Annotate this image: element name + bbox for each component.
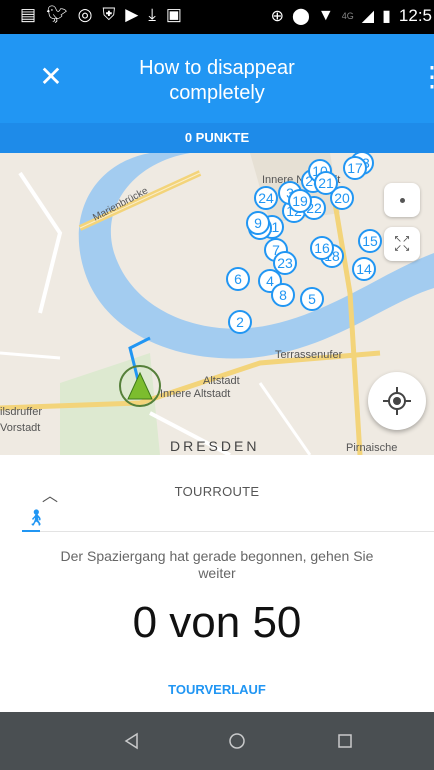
label-pirnaische: Pirnaische xyxy=(346,442,397,454)
tour-route-title: TOURROUTE xyxy=(174,484,260,499)
notification-icon-1: ▤ xyxy=(20,5,37,24)
walking-person-icon[interactable]: 🚶︎ xyxy=(26,508,46,528)
instagram-icon: ◎ xyxy=(77,5,93,24)
app-bar: ✕ How to disappear completely ⋮ xyxy=(0,34,434,123)
shield-icon: ⛨ xyxy=(102,5,116,24)
tour-marker-number: 23 xyxy=(277,255,293,271)
tour-marker-number: 15 xyxy=(362,233,378,249)
data-saver-icon: ⊕ xyxy=(270,8,285,25)
notification-icons: ▤ 🐦︎ ◎ ⛨ ▶ ⤓ ▣ xyxy=(20,5,182,25)
compass-dot-icon xyxy=(400,198,405,203)
label-altstadt: Altstadt xyxy=(203,375,240,387)
recents-icon[interactable] xyxy=(334,730,356,752)
tour-marker-number: 6 xyxy=(234,271,242,287)
back-icon[interactable] xyxy=(121,730,143,752)
tour-marker-number: 5 xyxy=(308,291,316,307)
home-icon[interactable] xyxy=(226,730,248,752)
divider xyxy=(40,531,434,532)
download-icon: ⤓ xyxy=(148,5,156,24)
tour-history-link[interactable]: TOURVERLAUF xyxy=(0,682,434,697)
label-terrassenufer: Terrassenufer xyxy=(275,349,343,361)
progress-counter: 0 von 50 xyxy=(132,598,302,647)
label-wilsdruffer: ilsdruffer xyxy=(0,406,42,418)
wifi-icon: ▼ xyxy=(317,7,334,24)
tour-marker-number: 14 xyxy=(356,261,372,277)
twitter-icon: 🐦︎ xyxy=(46,5,68,24)
points-bar: 0 PUNKTE xyxy=(0,123,434,153)
tour-marker-number: 4 xyxy=(266,273,274,289)
location-icon: ⬤ xyxy=(292,8,310,25)
tour-marker-number: 17 xyxy=(347,160,363,176)
tour-marker-number: 9 xyxy=(254,215,262,231)
image-icon: ▣ xyxy=(165,5,182,24)
close-icon[interactable]: ✕ xyxy=(36,62,66,92)
my-location-button[interactable] xyxy=(368,372,426,430)
signal-icon: ◢ xyxy=(361,8,375,25)
tour-marker-number: 16 xyxy=(314,240,330,256)
tour-title: How to disappear completely xyxy=(139,57,295,104)
tour-route-header[interactable]: ︿ TOURROUTE xyxy=(0,470,434,510)
label-innere-altstadt: Innere Altstadt xyxy=(160,388,230,400)
label-vorstadt: Vorstadt xyxy=(0,422,40,434)
tour-marker-number: 2 xyxy=(236,314,244,330)
clock: 12:5 xyxy=(398,6,432,25)
tour-marker-number: 21 xyxy=(318,175,334,191)
expand-icon: ↖↗ ↙↘ xyxy=(393,234,411,254)
tour-marker-number: 19 xyxy=(292,193,308,209)
label-dresden: DRESDEN xyxy=(170,438,259,454)
fullscreen-button[interactable]: ↖↗ ↙↘ xyxy=(384,227,420,261)
more-vert-icon[interactable]: ⋮ xyxy=(418,62,434,92)
my-location-icon xyxy=(383,387,411,415)
system-icons: ⊕ ⬤ ▼ 4G ◢ ▮ 12:5 xyxy=(271,6,432,26)
compass-button[interactable] xyxy=(384,183,420,217)
status-bar: ▤ 🐦︎ ◎ ⛨ ▶ ⤓ ▣ ⊕ ⬤ ▼ 4G ◢ ▮ 12:5 xyxy=(0,0,434,34)
tour-marker-number: 20 xyxy=(334,190,350,206)
tour-marker-number: 8 xyxy=(279,287,287,303)
tour-marker-number: 24 xyxy=(258,190,274,206)
battery-icon: ▮ xyxy=(382,8,391,25)
tour-status-message: Der Spaziergang hat gerade begonnen, geh… xyxy=(60,548,374,581)
walk-tab-indicator xyxy=(22,530,40,532)
play-icon: ▶ xyxy=(125,5,139,24)
network-type: 4G xyxy=(341,11,354,21)
system-nav-bar xyxy=(0,712,434,770)
